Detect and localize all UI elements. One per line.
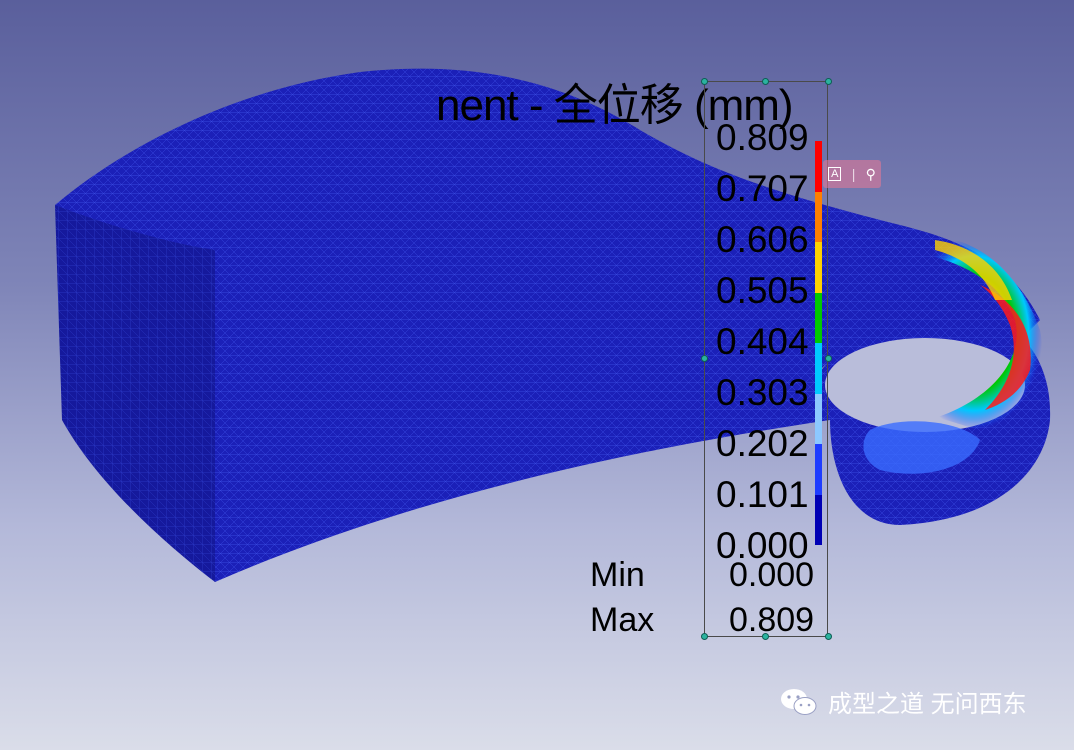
resize-handle[interactable] <box>762 78 769 85</box>
resize-handle[interactable] <box>825 633 832 640</box>
resize-handle[interactable] <box>701 355 708 362</box>
resize-handle[interactable] <box>762 633 769 640</box>
floating-toolbar: A | ⚲ <box>823 160 881 188</box>
watermark-text: 成型之道 无问西东 <box>828 691 1027 718</box>
watermark: 成型之道 无问西东 <box>780 684 1027 719</box>
legend-selection-box[interactable] <box>704 81 828 637</box>
resize-handle[interactable] <box>701 78 708 85</box>
text-scan-icon[interactable]: A <box>828 167 842 181</box>
resize-handle[interactable] <box>825 355 832 362</box>
min-label: Min <box>590 556 645 594</box>
resize-handle[interactable] <box>701 633 708 640</box>
model-end-face <box>55 205 215 582</box>
resize-handle[interactable] <box>825 78 832 85</box>
wechat-icon <box>780 687 818 717</box>
search-icon[interactable]: ⚲ <box>866 166 876 183</box>
max-label: Max <box>590 601 655 639</box>
